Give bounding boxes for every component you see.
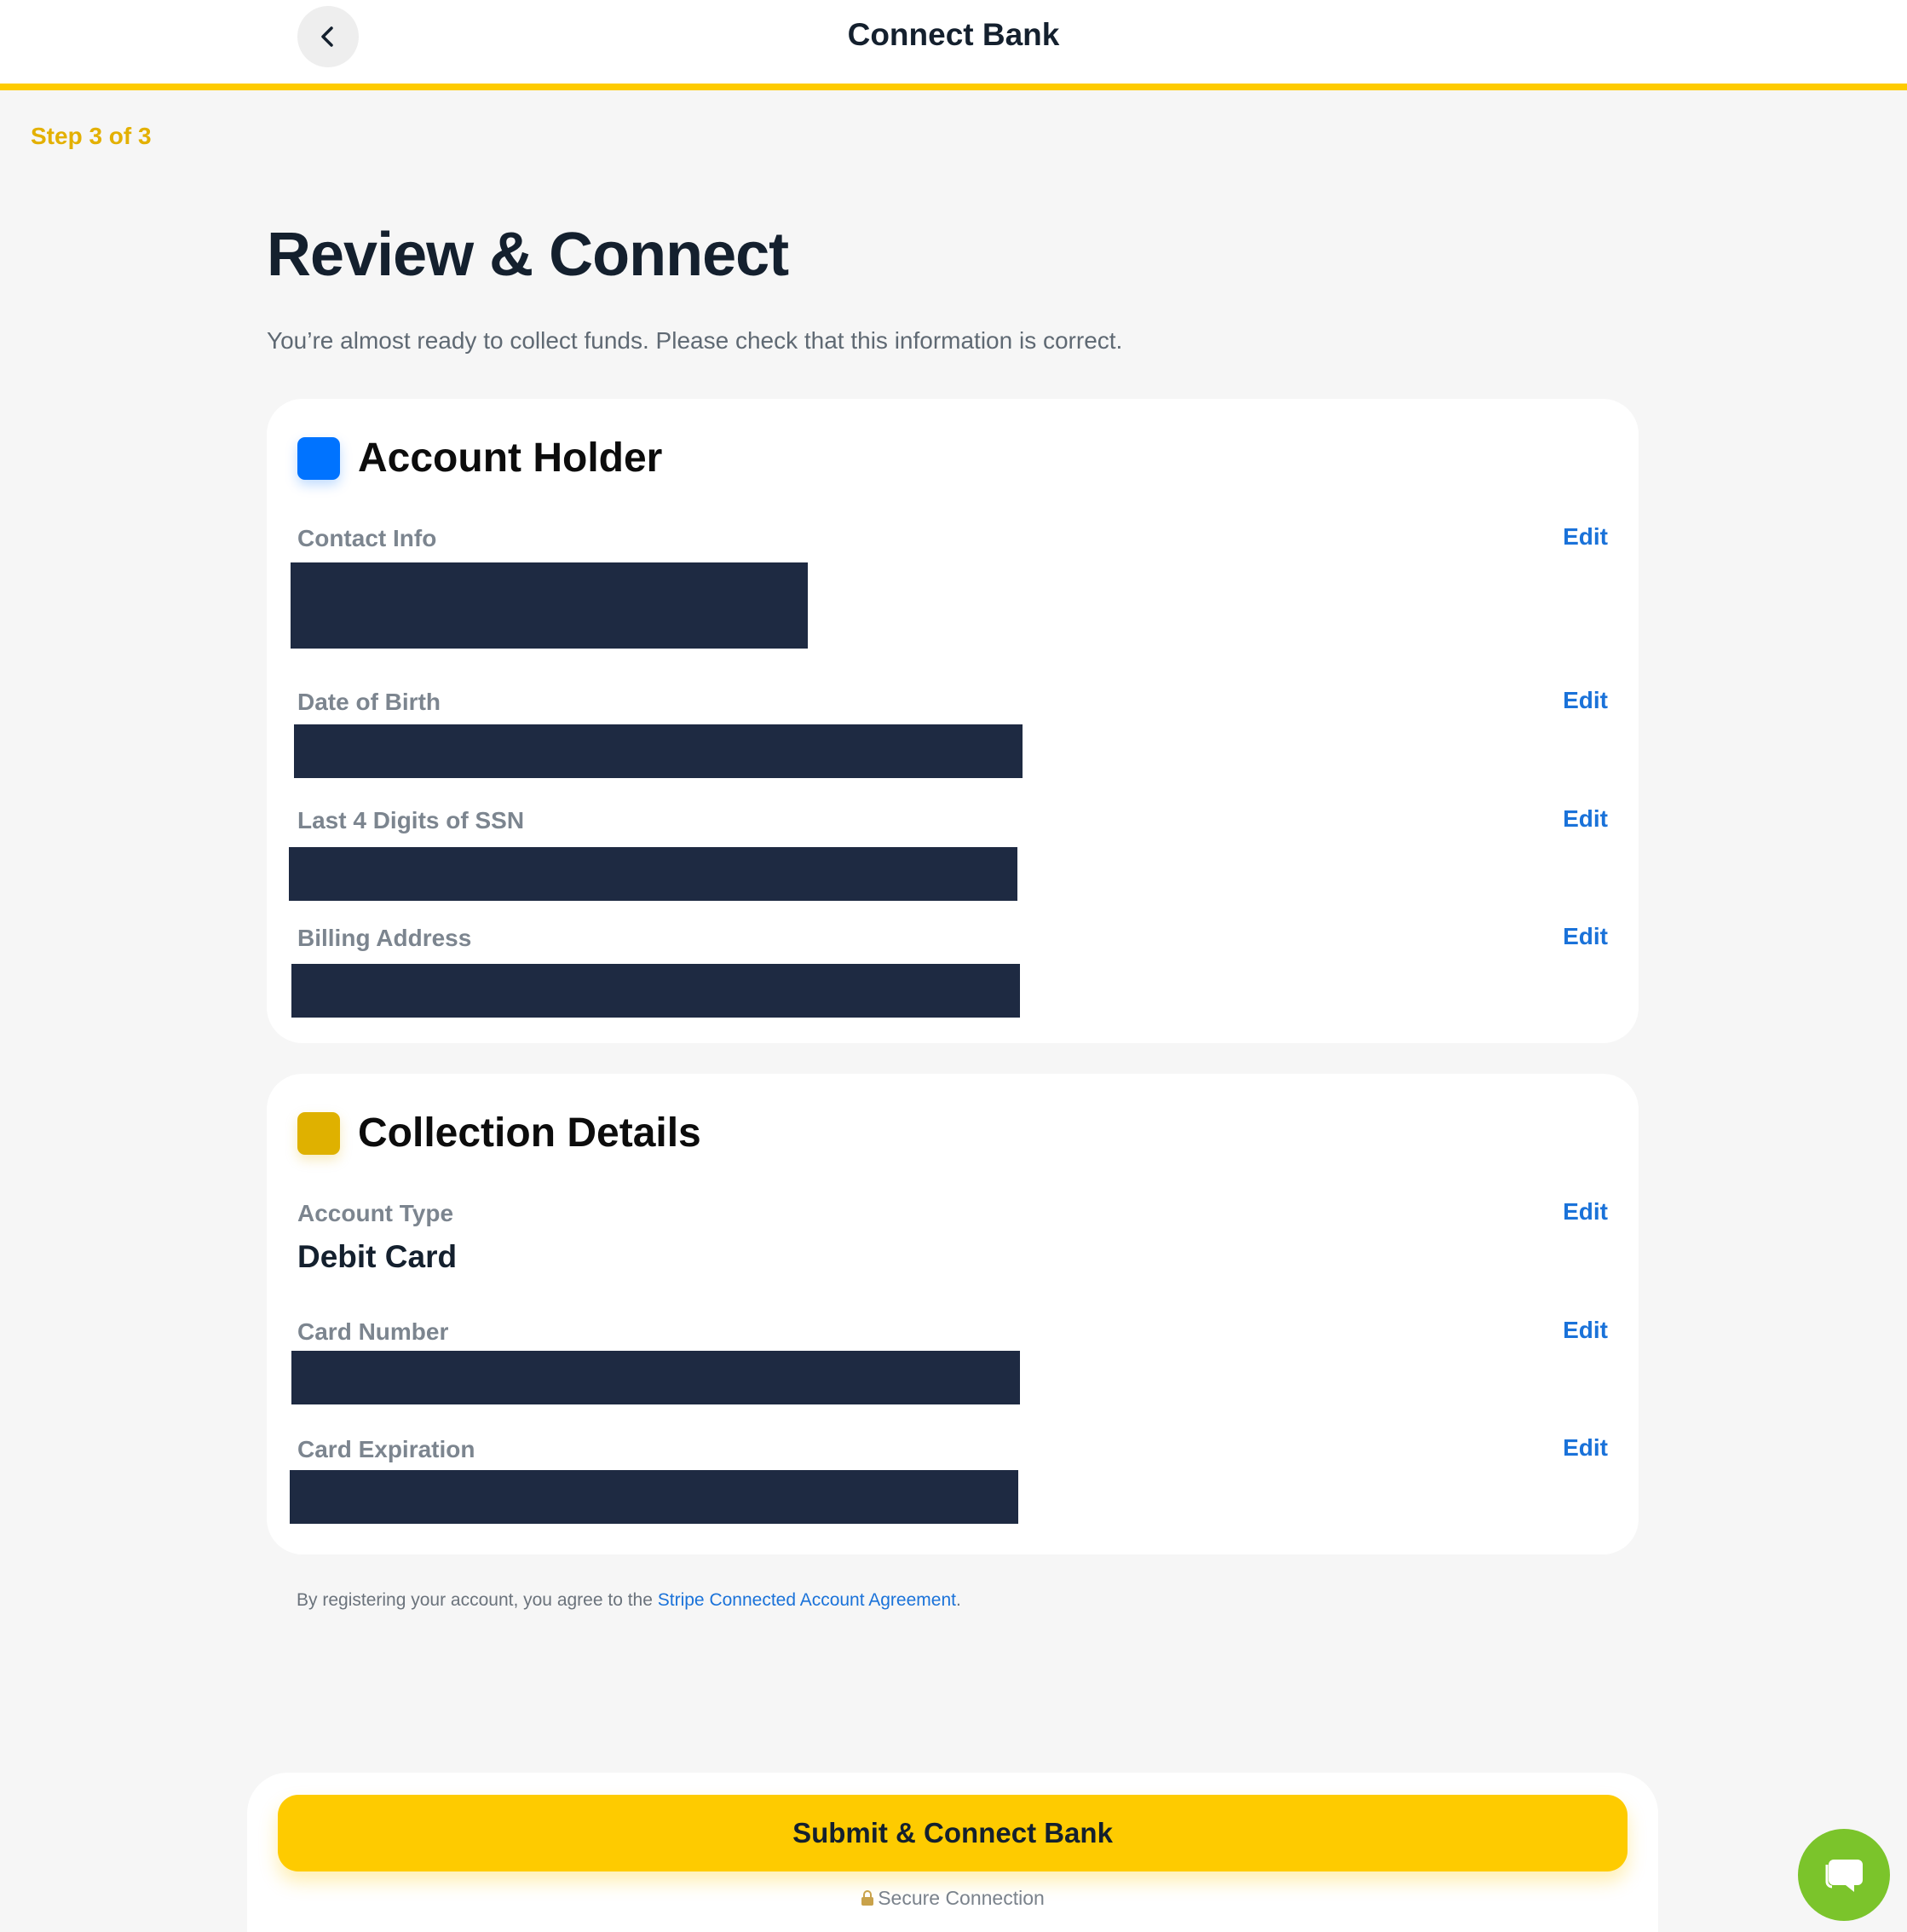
header-title: Connect Bank bbox=[847, 17, 1060, 52]
stripe-agreement-link[interactable]: Stripe Connected Account Agreement bbox=[658, 1590, 956, 1610]
account-holder-header: Account Holder bbox=[297, 435, 662, 482]
back-button[interactable] bbox=[297, 6, 359, 67]
card-expiration-label: Card Expiration bbox=[297, 1436, 475, 1462]
secure-connection-label: Secure Connection bbox=[878, 1887, 1045, 1909]
top-bar: Connect Bank bbox=[0, 0, 1907, 90]
ssn-redacted bbox=[289, 847, 1017, 901]
collection-details-card: Collection Details Account Type Edit Deb… bbox=[267, 1074, 1639, 1554]
date-of-birth-label: Date of Birth bbox=[297, 689, 441, 715]
agreement-text: By registering your account, you agree t… bbox=[297, 1590, 961, 1611]
account-holder-title: Account Holder bbox=[358, 435, 663, 481]
chat-bubble-icon bbox=[1825, 1860, 1863, 1892]
edit-date-of-birth-button[interactable]: Edit bbox=[1563, 687, 1608, 714]
card-number-label: Card Number bbox=[297, 1318, 449, 1345]
edit-billing-address-button[interactable]: Edit bbox=[1563, 923, 1608, 950]
billing-address-label: Billing Address bbox=[297, 925, 472, 951]
account-type-label: Account Type bbox=[297, 1200, 454, 1226]
agreement-prefix: By registering your account, you agree t… bbox=[297, 1590, 658, 1610]
account-holder-card: Account Holder Contact Info Edit Date of… bbox=[267, 399, 1639, 1043]
edit-ssn-button[interactable]: Edit bbox=[1563, 805, 1608, 833]
card-number-redacted bbox=[291, 1351, 1020, 1404]
page-title: Review & Connect bbox=[267, 221, 789, 289]
account-type-value: Debit Card bbox=[297, 1239, 458, 1274]
agreement-suffix: . bbox=[955, 1590, 961, 1610]
collection-details-header: Collection Details bbox=[297, 1110, 701, 1156]
collection-details-title: Collection Details bbox=[358, 1110, 701, 1156]
footer-panel: Submit & Connect Bank Secure Connection bbox=[247, 1773, 1658, 1932]
ssn-label: Last 4 Digits of SSN bbox=[297, 807, 525, 833]
page-subtitle: You’re almost ready to collect funds. Pl… bbox=[267, 327, 1123, 354]
contact-info-label: Contact Info bbox=[297, 525, 437, 551]
step-indicator: Step 3 of 3 bbox=[31, 123, 152, 149]
billing-address-redacted bbox=[291, 964, 1020, 1018]
edit-card-number-button[interactable]: Edit bbox=[1563, 1317, 1608, 1344]
card-expiration-redacted bbox=[290, 1470, 1018, 1524]
lock-icon bbox=[861, 1890, 874, 1906]
chat-button[interactable] bbox=[1798, 1829, 1890, 1921]
edit-contact-info-button[interactable]: Edit bbox=[1563, 523, 1608, 551]
contact-info-redacted bbox=[291, 562, 808, 649]
secure-connection: Secure Connection bbox=[247, 1887, 1658, 1910]
edit-account-type-button[interactable]: Edit bbox=[1563, 1198, 1608, 1226]
date-of-birth-redacted bbox=[294, 724, 1023, 778]
blue-square-icon bbox=[297, 436, 340, 480]
gold-square-icon bbox=[297, 1111, 340, 1155]
chevron-left-icon bbox=[321, 26, 333, 47]
edit-card-expiration-button[interactable]: Edit bbox=[1563, 1434, 1608, 1462]
submit-connect-bank-button[interactable]: Submit & Connect Bank bbox=[278, 1795, 1628, 1871]
